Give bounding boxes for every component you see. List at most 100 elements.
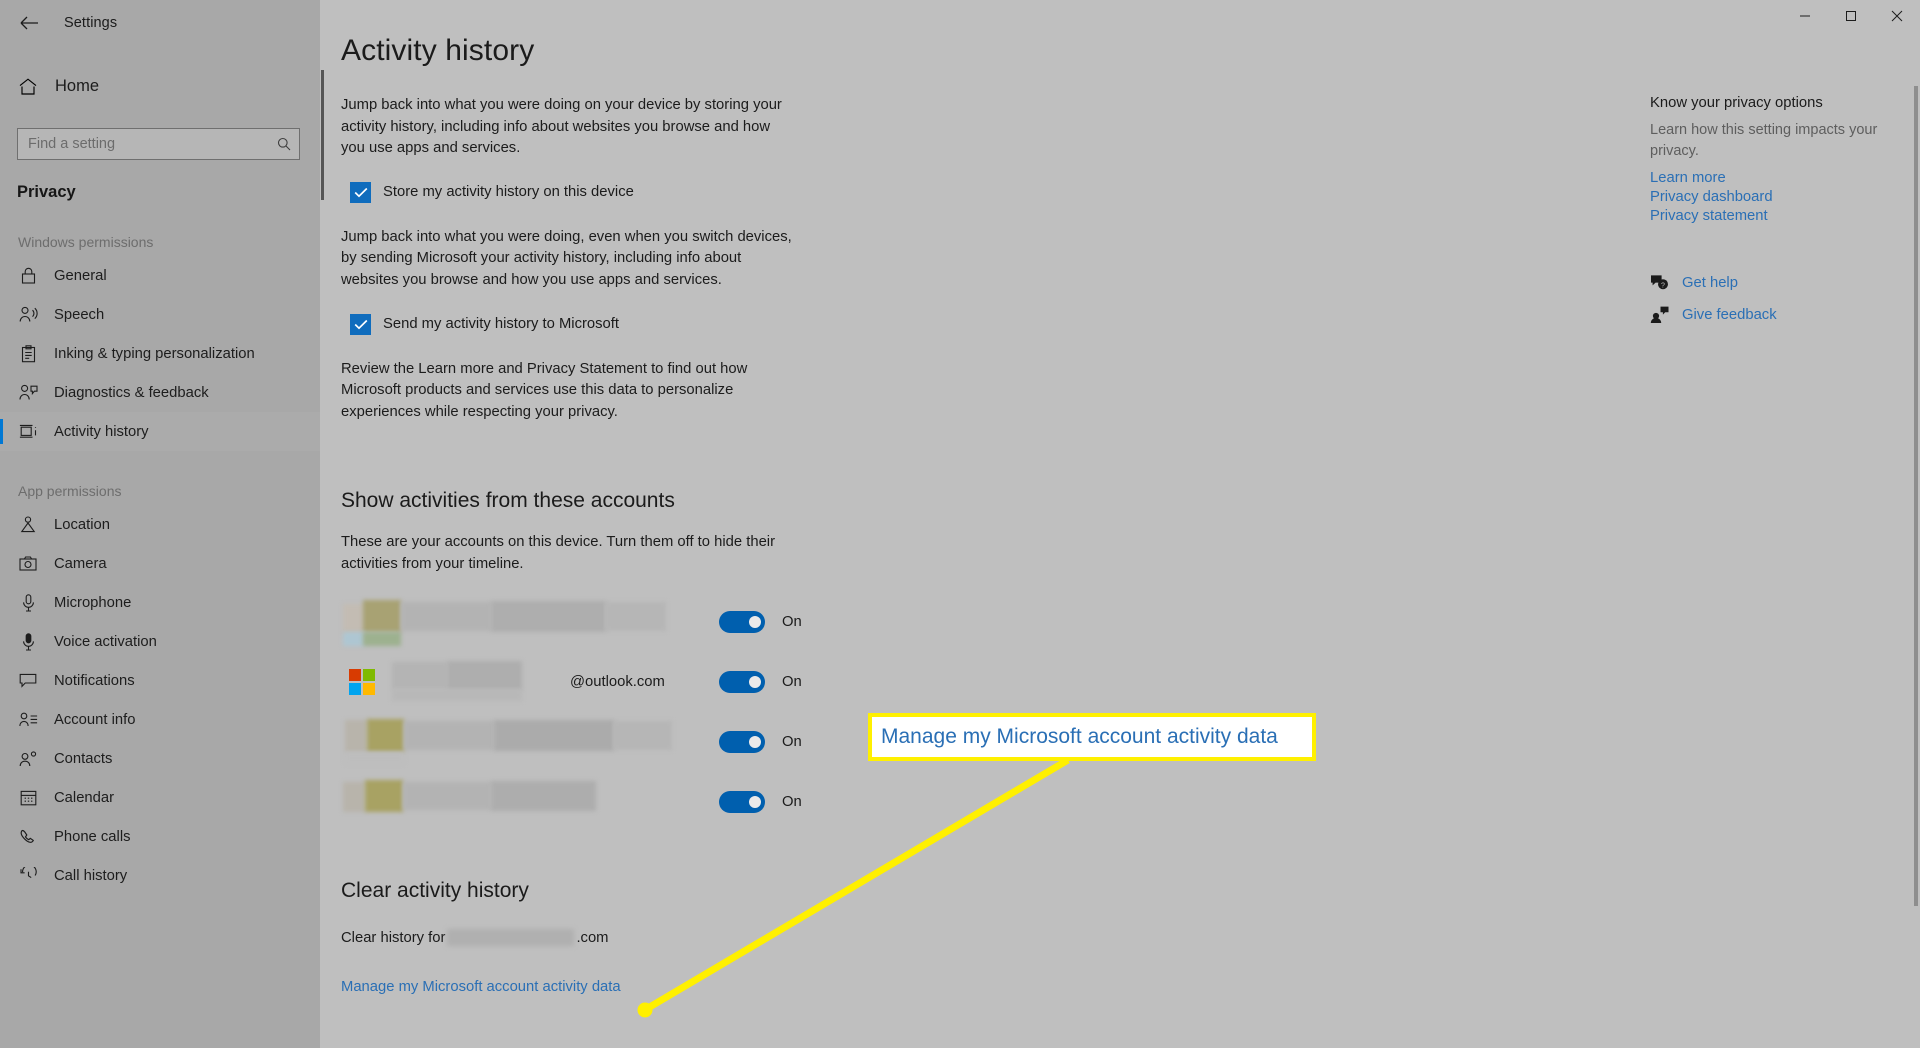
toggle-state-label: On xyxy=(782,733,802,750)
sidebar-item-phone-calls[interactable]: Phone calls xyxy=(0,817,320,856)
contacts-icon xyxy=(18,749,38,769)
account-identity xyxy=(341,598,709,646)
sidebar-group-app-permissions: App permissions xyxy=(18,483,122,499)
sidebar-titlebar: Settings xyxy=(0,0,320,46)
sidebar-item-contacts[interactable]: Contacts xyxy=(0,739,320,778)
redacted-avatar xyxy=(367,718,404,752)
clear-history-heading: Clear activity history xyxy=(341,878,529,902)
sidebar-item-label: Speech xyxy=(54,306,105,323)
redacted-avatar xyxy=(345,719,367,752)
sidebar-item-speech[interactable]: Speech xyxy=(0,295,320,334)
redacted-account-name xyxy=(447,660,522,690)
redacted-avatar xyxy=(343,603,365,634)
sidebar-item-label: Voice activation xyxy=(54,633,157,650)
checkmark-icon[interactable] xyxy=(350,313,371,335)
redacted-account-name xyxy=(404,720,494,750)
microphone-icon xyxy=(18,593,38,613)
voice-activation-icon xyxy=(18,632,38,652)
give-feedback-link[interactable]: Give feedback xyxy=(1682,307,1777,323)
sidebar-item-inking-typing-personalization[interactable]: Inking & typing personalization xyxy=(0,334,320,373)
account-identity xyxy=(341,778,709,826)
clear-history-prefix: Clear history for xyxy=(341,929,446,946)
redacted-account-name xyxy=(491,600,606,632)
sidebar-item-camera[interactable]: Camera xyxy=(0,544,320,583)
phone-icon xyxy=(18,827,38,847)
sidebar-item-label: Inking & typing personalization xyxy=(54,345,255,362)
sidebar-item-home[interactable]: Home xyxy=(0,66,320,106)
sidebar-group-windows-permissions: Windows permissions xyxy=(18,234,154,250)
account-toggle[interactable] xyxy=(719,610,765,633)
account-info-icon xyxy=(18,710,38,730)
checkmark-icon[interactable] xyxy=(350,181,371,203)
clear-history-suffix: .com xyxy=(576,929,609,946)
send-activity-history-checkbox[interactable]: Send my activity history to Microsoft xyxy=(350,313,1620,335)
sidebar-item-label: General xyxy=(54,267,107,284)
home-icon xyxy=(18,76,38,96)
give-feedback-row[interactable]: Give feedback xyxy=(1650,305,1900,324)
redacted-account-name xyxy=(494,719,614,751)
store-activity-history-checkbox[interactable]: Store my activity history on this device xyxy=(350,181,1620,203)
sidebar-item-voice-activation[interactable]: Voice activation xyxy=(0,622,320,661)
clipboard-pen-icon xyxy=(18,344,38,364)
account-toggle[interactable] xyxy=(719,670,765,693)
checkbox-label: Send my activity history to Microsoft xyxy=(383,316,619,333)
sidebar-item-label: Contacts xyxy=(54,750,113,767)
manage-link-container: Manage my Microsoft account activity dat… xyxy=(341,978,621,996)
sidebar-item-location[interactable]: Location xyxy=(0,505,320,544)
get-help-row[interactable]: ? Get help xyxy=(1650,273,1900,292)
sidebar-item-label: Camera xyxy=(54,555,107,572)
rail-subtitle: Learn how this setting impacts your priv… xyxy=(1650,122,1878,159)
redacted-avatar xyxy=(343,631,365,646)
redacted-account-name xyxy=(392,688,522,701)
sidebar-item-label: Diagnostics & feedback xyxy=(54,384,209,401)
search-icon[interactable] xyxy=(277,137,291,151)
sidebar-item-general[interactable]: General xyxy=(0,256,320,295)
window-caption-buttons xyxy=(1782,0,1920,32)
maximize-button[interactable] xyxy=(1828,0,1874,32)
sidebar-item-calendar[interactable]: Calendar xyxy=(0,778,320,817)
account-identity xyxy=(341,718,709,766)
sidebar-item-notifications[interactable]: Notifications xyxy=(0,661,320,700)
sidebar-item-diagnostics-feedback[interactable]: Diagnostics & feedback xyxy=(0,373,320,412)
learn-more-link[interactable]: Learn more xyxy=(1650,170,1900,186)
rail-help-section: ? Get help Give feedback xyxy=(1650,273,1900,324)
get-help-link[interactable]: Get help xyxy=(1682,275,1738,291)
account-toggle[interactable] xyxy=(719,730,765,753)
svg-text:?: ? xyxy=(1661,282,1665,289)
redacted-avatar xyxy=(345,751,404,764)
rail-title: Know your privacy options xyxy=(1650,95,1823,111)
help-chat-icon: ? xyxy=(1650,273,1669,292)
close-button[interactable] xyxy=(1874,0,1920,32)
activity-history-content: Activity history Jump back into what you… xyxy=(320,0,1620,996)
sidebar-item-activity-history[interactable]: Activity history xyxy=(0,412,320,451)
accounts-section-heading: Show activities from these accounts xyxy=(341,489,675,513)
notification-balloon-icon xyxy=(18,671,38,691)
minimize-button[interactable] xyxy=(1782,0,1828,32)
privacy-statement-link[interactable]: Privacy statement xyxy=(1650,208,1900,224)
account-toggle[interactable] xyxy=(719,790,765,813)
back-arrow-icon[interactable] xyxy=(12,8,46,38)
annotation-callout-text: Manage my Microsoft account activity dat… xyxy=(881,725,1278,748)
call-history-icon xyxy=(18,866,38,886)
account-row: @outlook.com On xyxy=(341,658,1620,706)
account-row: On xyxy=(341,598,1620,646)
sidebar-item-account-info[interactable]: Account info xyxy=(0,700,320,739)
feedback-person-icon xyxy=(1650,305,1669,324)
redacted-avatar xyxy=(363,599,401,632)
redacted-account-name xyxy=(491,780,596,811)
privacy-dashboard-link[interactable]: Privacy dashboard xyxy=(1650,189,1900,205)
checkbox-label: Store my activity history on this device xyxy=(383,184,634,201)
toggle-state-label: On xyxy=(782,673,802,690)
search-input[interactable] xyxy=(28,136,277,152)
sidebar-item-call-history[interactable]: Call history xyxy=(0,856,320,895)
search-box[interactable] xyxy=(17,128,300,160)
settings-sidebar: Settings Home Privacy Windows permiss xyxy=(0,0,320,1048)
lock-icon xyxy=(18,266,38,286)
window-scrollbar[interactable] xyxy=(1914,86,1918,906)
manage-microsoft-account-activity-data-link[interactable]: Manage my Microsoft account activity dat… xyxy=(341,979,621,995)
settings-main-panel: Activity history Jump back into what you… xyxy=(320,0,1920,1048)
second-paragraph: Jump back into what you were doing, even… xyxy=(341,228,792,288)
sidebar-item-microphone[interactable]: Microphone xyxy=(0,583,320,622)
redacted-avatar xyxy=(365,779,403,812)
sidebar-home-label: Home xyxy=(55,76,100,95)
